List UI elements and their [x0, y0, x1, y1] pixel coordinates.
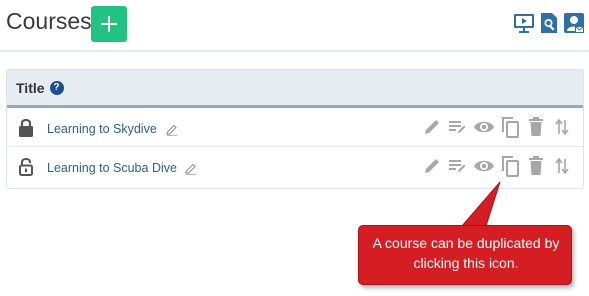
view-icon[interactable]: [473, 116, 495, 138]
edit-icon[interactable]: [421, 155, 443, 177]
courses-table: Title ? Learning to Skydive Learning to …: [6, 69, 584, 189]
row-actions: [417, 116, 573, 138]
help-icon[interactable]: ?: [49, 80, 64, 95]
column-title: Title: [16, 79, 45, 96]
edit-list-icon[interactable]: [447, 155, 469, 177]
lock-open-icon: [18, 156, 34, 181]
top-bar: Courses: [0, 0, 589, 52]
course-title-link[interactable]: Learning to Scuba Dive: [47, 161, 177, 175]
table-header: Title ?: [7, 70, 583, 108]
delete-icon[interactable]: [525, 116, 547, 138]
add-course-button[interactable]: [91, 6, 127, 42]
reorder-icon[interactable]: [551, 116, 573, 138]
edit-list-icon[interactable]: [447, 116, 469, 138]
table-row: Learning to Skydive: [7, 108, 583, 147]
lock-closed-icon: [18, 117, 34, 142]
user-email-icon[interactable]: [563, 11, 585, 35]
duplicate-icon[interactable]: [499, 155, 521, 177]
page-title: Courses: [6, 8, 92, 34]
rename-icon[interactable]: [166, 123, 178, 141]
row-actions: [417, 155, 573, 177]
course-title-link[interactable]: Learning to Skydive: [47, 122, 157, 136]
callout-pointer: [460, 181, 501, 227]
duplicate-icon[interactable]: [499, 116, 521, 138]
reorder-icon[interactable]: [551, 155, 573, 177]
tooltip-callout: A course can be duplicated by clicking t…: [358, 225, 572, 285]
rename-icon[interactable]: [185, 162, 197, 180]
search-document-icon[interactable]: [538, 11, 560, 35]
edit-icon[interactable]: [421, 116, 443, 138]
view-icon[interactable]: [473, 155, 495, 177]
presentation-icon[interactable]: [513, 11, 535, 35]
delete-icon[interactable]: [525, 155, 547, 177]
callout-text: A course can be duplicated by clicking t…: [372, 235, 560, 271]
top-toolbar: [513, 11, 585, 35]
